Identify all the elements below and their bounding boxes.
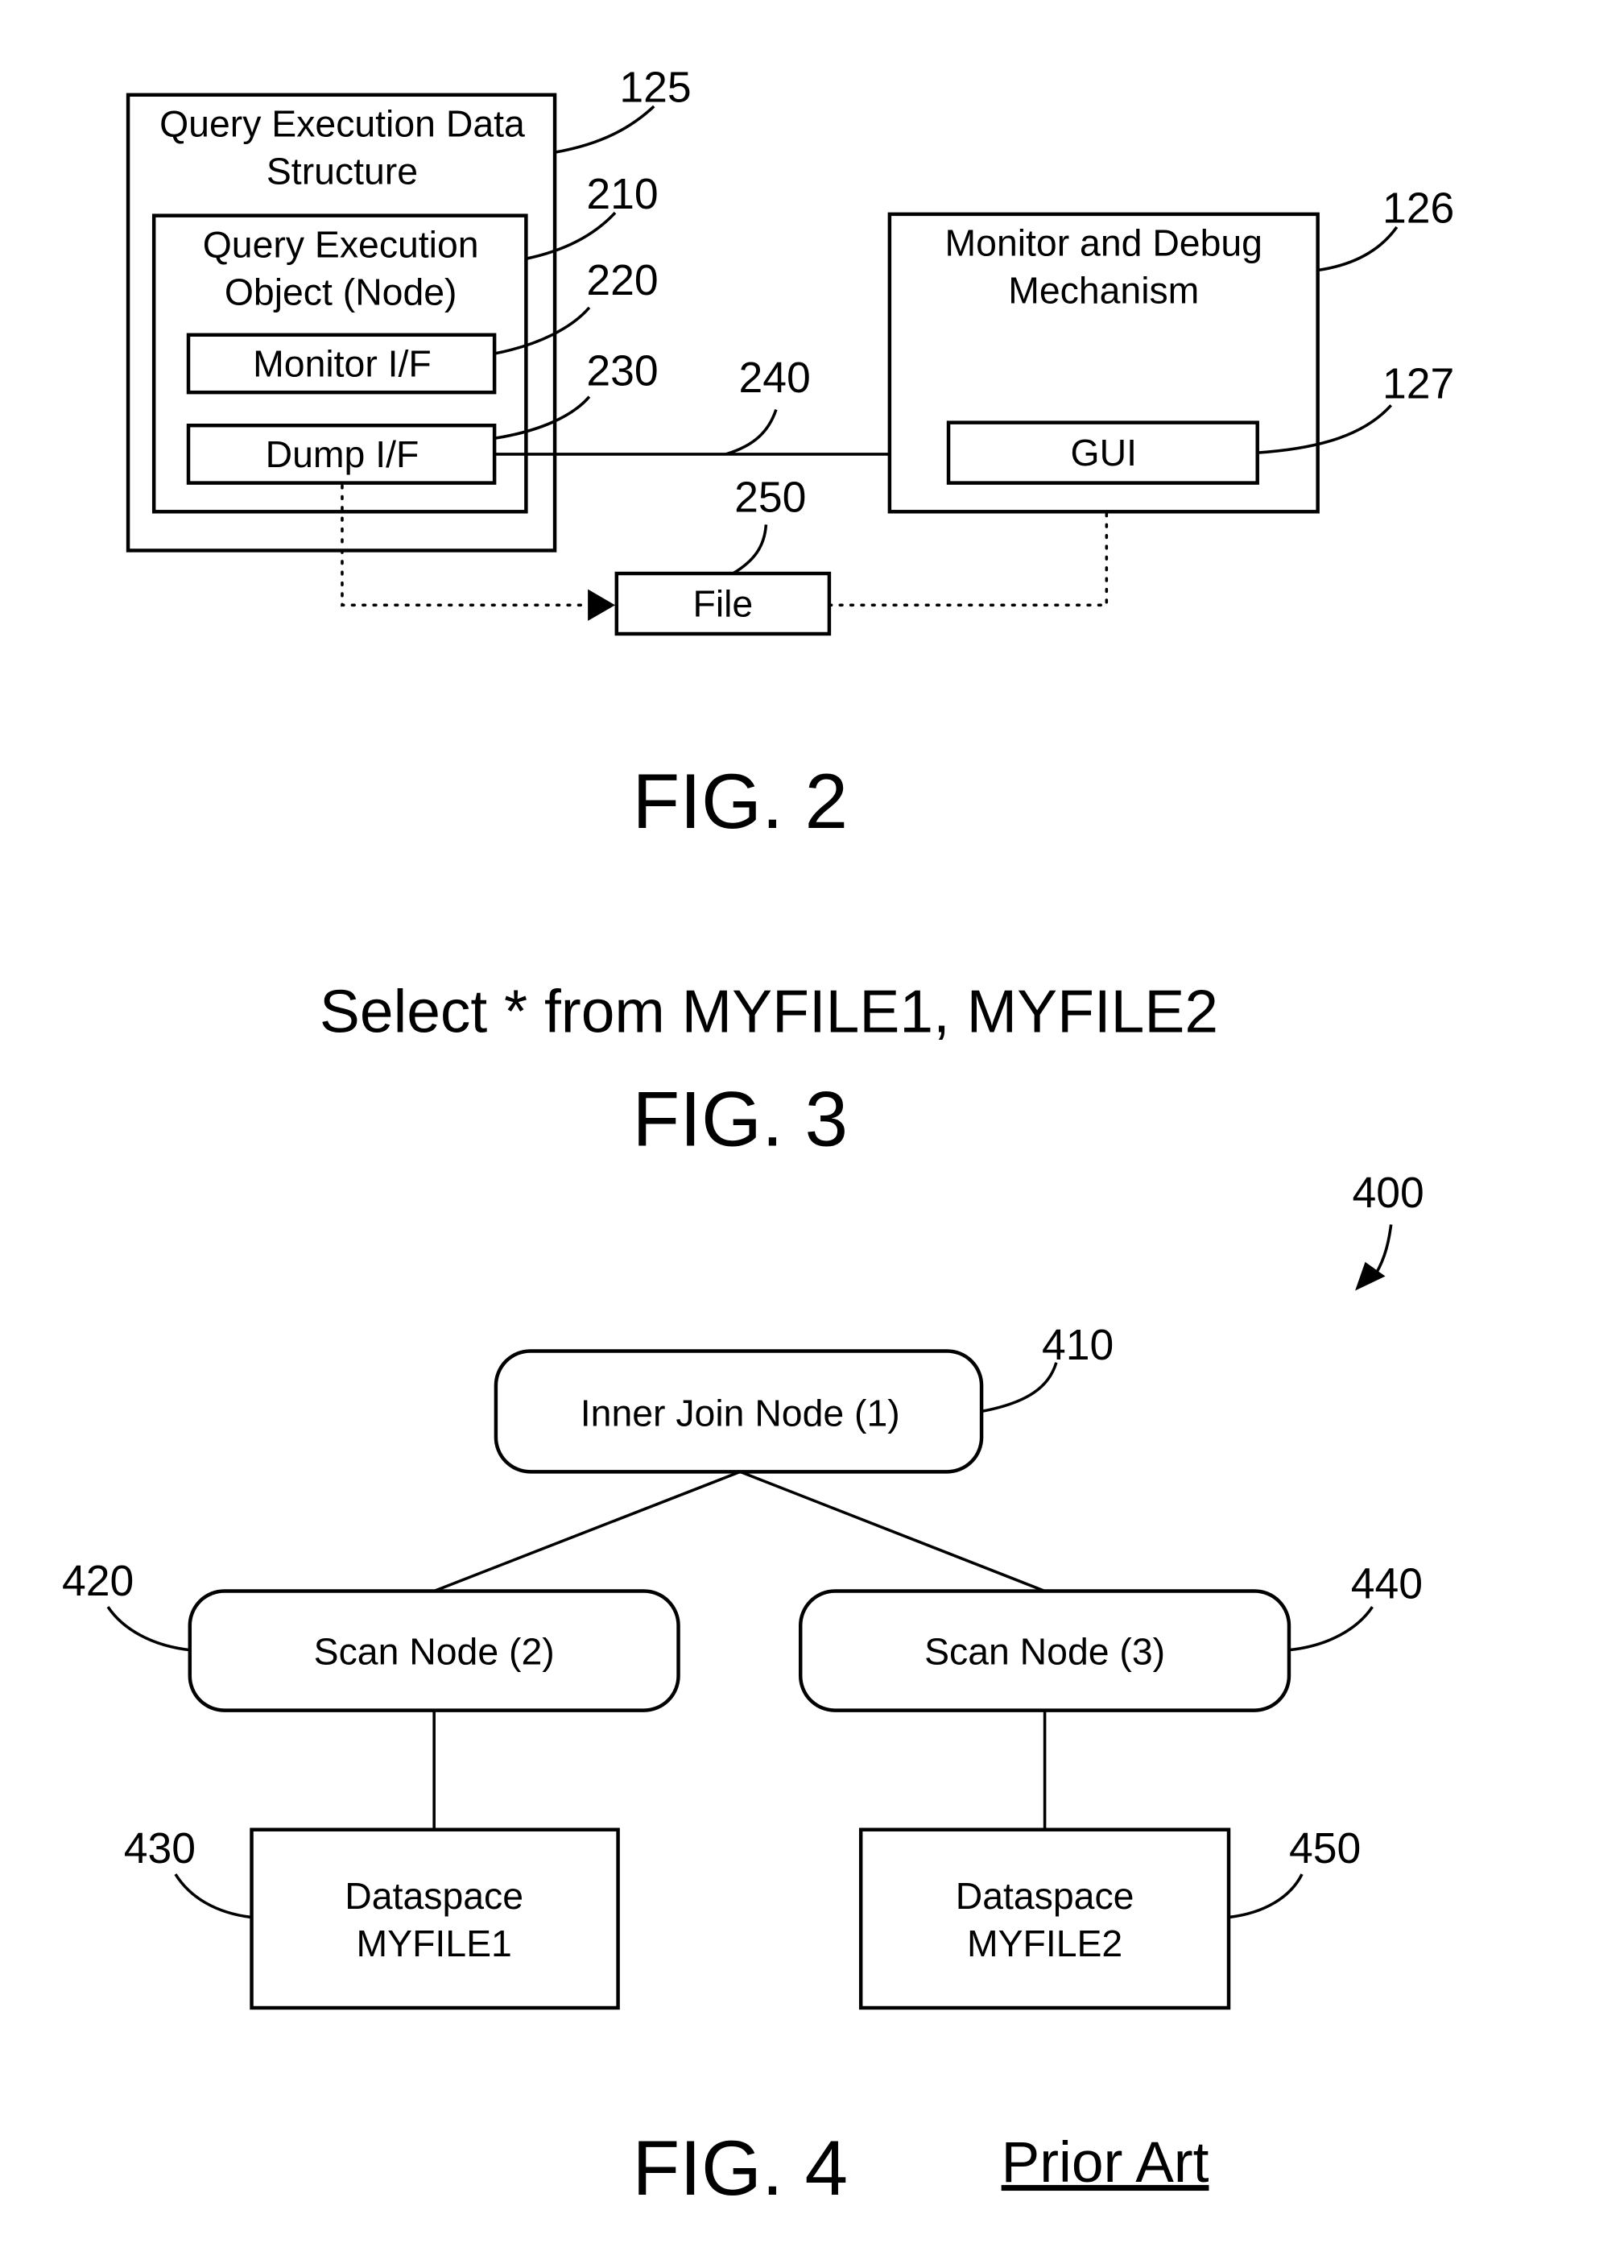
sql-query-text: Select * from MYFILE1, MYFILE2 [320, 977, 1218, 1045]
figure-4: 400 Inner Join Node (1) 410 Scan Node (2… [62, 1169, 1424, 2212]
dataspace-myfile1-box [250, 1827, 620, 2010]
leader-line-240 [725, 409, 778, 456]
patent-drawing-sheet: Query Execution Data Structure 125 Query… [62, 64, 1454, 2212]
inner-join-node-label: Inner Join Node (1) [581, 1392, 900, 1434]
monitor-debug-label-line2: Mechanism [1008, 270, 1199, 312]
monitor-debug-label-line1: Monitor and Debug [945, 222, 1262, 264]
edge-join-to-scan3 [739, 1470, 1046, 1593]
edge-join-to-scan2 [433, 1470, 741, 1593]
ref-230: 230 [586, 347, 658, 395]
query-execution-object-label-line2: Object (Node) [225, 271, 457, 312]
monitor-if-label: Monitor I/F [253, 343, 432, 385]
ref-400: 400 [1352, 1169, 1424, 1217]
ref-127: 127 [1382, 360, 1454, 408]
leader-line-125 [554, 105, 655, 154]
leader-line-420 [106, 1606, 190, 1652]
query-execution-data-structure-label-line2: Structure [267, 150, 418, 192]
query-execution-object-label-line1: Query Execution [203, 223, 479, 265]
dataspace-myfile2-line1: Dataspace [956, 1875, 1134, 1917]
leader-line-440 [1288, 1606, 1374, 1652]
leader-line-430 [174, 1873, 252, 1919]
fig-4-caption: FIG. 4 [632, 2125, 848, 2212]
ref-220: 220 [586, 257, 658, 304]
ref-250: 250 [734, 474, 806, 521]
dataspace-myfile1-line1: Dataspace [345, 1875, 523, 1917]
dataspace-myfile2-box [858, 1827, 1231, 2010]
dataspace-myfile2-line2: MYFILE2 [967, 1922, 1122, 1964]
leader-line-250 [732, 524, 768, 575]
dump-if-label: Dump I/F [266, 433, 419, 475]
dump-to-file-arrowhead [588, 589, 616, 621]
ref-420: 420 [62, 1558, 134, 1605]
dataspace-myfile1-line2: MYFILE1 [357, 1922, 512, 1964]
fig-3-caption: FIG. 3 [632, 1076, 848, 1162]
ref-450: 450 [1289, 1825, 1361, 1873]
leader-line-450 [1228, 1873, 1304, 1919]
ref-430: 430 [124, 1825, 196, 1873]
scan-node-3-label: Scan Node (3) [924, 1630, 1165, 1672]
scan-node-2-label: Scan Node (2) [314, 1630, 555, 1672]
figure-3: Select * from MYFILE1, MYFILE2 FIG. 3 [320, 977, 1218, 1162]
query-execution-data-structure-label-line1: Query Execution Data [159, 103, 525, 145]
ref-125: 125 [619, 64, 691, 112]
leader-line-126 [1317, 226, 1399, 272]
prior-art-label: Prior Art [1002, 2130, 1209, 2195]
figure-2: Query Execution Data Structure 125 Query… [126, 64, 1454, 845]
ref-240: 240 [738, 354, 810, 402]
fig-2-caption: FIG. 2 [632, 759, 848, 845]
file-to-gui-dotted-line [828, 510, 1109, 607]
ref-126: 126 [1382, 185, 1454, 233]
leader-line-410 [981, 1362, 1058, 1413]
gui-label: GUI [1071, 432, 1137, 474]
file-label: File [692, 583, 753, 625]
ref-410: 410 [1042, 1322, 1114, 1369]
ref-210: 210 [586, 171, 658, 218]
ref-440: 440 [1351, 1560, 1423, 1608]
